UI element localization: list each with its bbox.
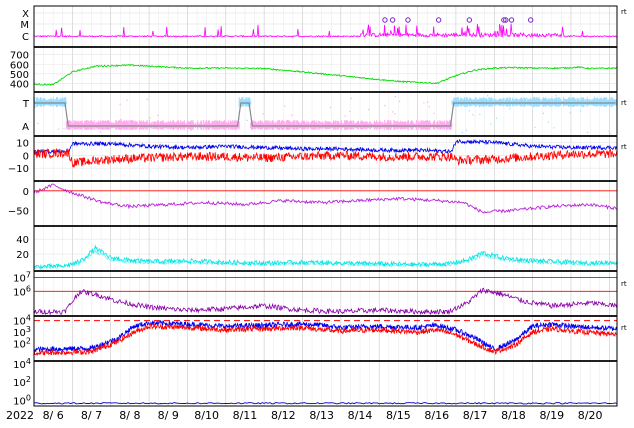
polarity-scatter-mark: [392, 111, 394, 113]
x-tick-label: 8/19: [539, 409, 564, 422]
x-tick-label: 8/ 9: [158, 409, 179, 422]
polarity-scatter-mark: [99, 131, 101, 133]
polarity-scatter-mark: [542, 112, 544, 114]
x-tick-label: 8/12: [271, 409, 296, 422]
polarity-scatter-mark: [608, 130, 610, 133]
x-year-label: 2022: [6, 409, 34, 422]
polarity-scatter-mark: [490, 123, 492, 125]
polarity-scatter-mark: [126, 99, 128, 101]
x-tick-label: 8/18: [501, 409, 526, 422]
polarity-scatter-mark: [479, 113, 481, 116]
polarity-scatter-mark: [609, 132, 611, 135]
polarity-scatter-mark: [368, 108, 370, 111]
polarity-scatter-mark: [349, 110, 351, 113]
polarity-scatter-mark: [394, 113, 396, 115]
y-tick-label: 20: [16, 250, 29, 261]
polarity-scatter-mark: [549, 105, 551, 108]
solar-wind-chart: XMCrt700600500400TArt100−10rt0−504020107…: [0, 0, 634, 424]
panel-rt-label: rt: [621, 280, 627, 288]
polarity-scatter-mark: [119, 103, 121, 105]
y-tick-label: 0: [23, 151, 29, 162]
polarity-scatter-mark: [465, 129, 468, 131]
y-tick-label: X: [22, 9, 29, 20]
x-tick-label: 8/13: [309, 409, 334, 422]
x-tick-label: 8/16: [424, 409, 449, 422]
y-tick-label: A: [22, 122, 29, 133]
y-tick-label: 0: [23, 187, 29, 198]
panel-rt-label: rt: [621, 324, 627, 332]
polarity-scatter-mark: [495, 117, 497, 119]
polarity-scatter-mark: [593, 96, 596, 98]
polarity-scatter-mark: [526, 97, 528, 99]
polarity-scatter-mark: [580, 110, 582, 112]
polarity-scatter-mark: [57, 128, 60, 130]
polarity-scatter-mark: [149, 117, 151, 119]
polarity-scatter-mark: [553, 127, 555, 129]
polarity-scatter-mark: [569, 112, 571, 114]
x-tick-label: 8/ 6: [43, 409, 64, 422]
y-tick-label: T: [22, 99, 30, 110]
polarity-scatter-mark: [120, 118, 122, 121]
polarity-scatter-mark: [157, 114, 159, 116]
polarity-scatter-mark: [394, 96, 396, 98]
polarity-scatter-mark: [291, 114, 293, 116]
polarity-scatter-mark: [284, 105, 286, 107]
x-tick-label: 8/15: [386, 409, 411, 422]
x-tick-label: 8/14: [348, 409, 373, 422]
x-tick-label: 8/20: [578, 409, 603, 422]
x-tick-label: 8/ 7: [81, 409, 102, 422]
polarity-scatter-mark: [34, 106, 36, 108]
polarity-scatter-mark: [350, 97, 352, 100]
panel-rt-label: rt: [621, 143, 627, 151]
y-tick-label: 40: [16, 235, 29, 246]
x-tick-label: 8/11: [233, 409, 258, 422]
polarity-scatter-mark: [37, 122, 39, 125]
panel-rt-label: rt: [621, 99, 627, 107]
polarity-scatter-mark: [344, 115, 346, 117]
polarity-scatter-mark: [190, 129, 192, 131]
polarity-scatter-mark: [534, 126, 536, 128]
polarity-scatter-mark: [487, 95, 489, 97]
polarity-scatter-mark: [384, 104, 386, 107]
polarity-scatter-mark: [423, 102, 425, 104]
y-tick-label: −50: [8, 206, 29, 217]
y-tick-label: 400: [10, 79, 29, 90]
polarity-scatter-mark: [426, 101, 429, 103]
polarity-scatter-mark: [253, 120, 255, 122]
polarity-scatter-mark: [398, 100, 401, 102]
polarity-scatter-mark: [461, 132, 463, 134]
y-tick-label: C: [22, 32, 29, 43]
polarity-scatter-mark: [246, 119, 248, 122]
polarity-scatter-mark: [509, 108, 511, 110]
panel-rt-label: rt: [621, 8, 627, 16]
polarity-scatter-mark: [146, 98, 148, 100]
polarity-scatter-mark: [555, 95, 557, 97]
polarity-scatter-mark: [468, 110, 470, 112]
polarity-scatter-mark: [262, 113, 264, 115]
y-tick-label: 10: [16, 138, 29, 149]
x-tick-label: 8/ 8: [119, 409, 140, 422]
y-tick-label: M: [20, 20, 29, 31]
polarity-scatter-mark: [586, 131, 589, 134]
polarity-scatter-mark: [547, 121, 550, 123]
chart-root: X M Crt 700 600 500 400 T Art 10 0 −10 rt 0 −50 40 20 107…: [0, 0, 634, 424]
polarity-scatter-mark: [472, 114, 474, 116]
x-tick-label: 8/10: [194, 409, 219, 422]
polarity-scatter-mark: [428, 105, 431, 108]
y-tick-label: −10: [8, 164, 29, 175]
polarity-scatter-mark: [433, 112, 435, 114]
polarity-scatter-mark: [329, 106, 332, 109]
polarity-scatter-mark: [63, 127, 65, 129]
x-tick-label: 8/17: [463, 409, 488, 422]
